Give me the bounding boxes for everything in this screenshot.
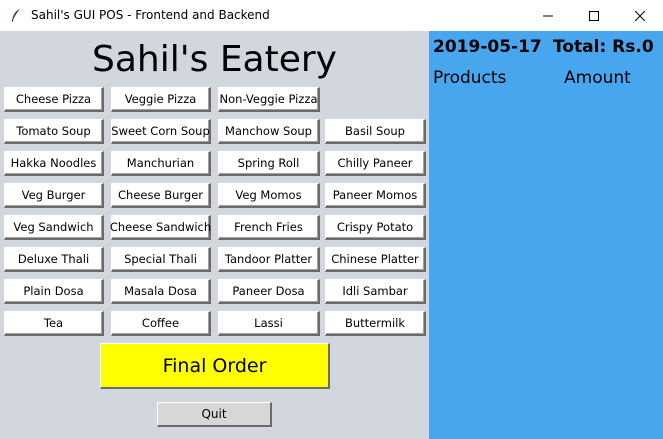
feather-icon [12, 9, 20, 22]
menu-item-button[interactable]: Tea [4, 311, 104, 336]
menu-item-button[interactable]: Hakka Noodles [4, 151, 104, 176]
order-panel [429, 31, 663, 439]
menu-item-button[interactable]: Tomato Soup [4, 119, 104, 144]
menu-item-button[interactable]: Cheese Burger [111, 183, 211, 208]
title-bar: Sahil's GUI POS - Frontend and Backend [0, 0, 663, 31]
menu-item-button[interactable]: Veggie Pizza [111, 87, 211, 112]
amount-header: Amount [564, 68, 631, 88]
menu-item-button[interactable]: Manchow Soup [218, 119, 320, 144]
order-total: Total: Rs.0 [553, 37, 654, 57]
shop-title: Sahil's Eatery [91, 39, 337, 80]
menu-item-button[interactable]: Chilly Paneer [325, 151, 426, 176]
close-icon [635, 10, 645, 21]
menu-item-button[interactable]: Lassi [218, 311, 320, 336]
menu-item-button[interactable]: Chinese Platter [325, 247, 426, 272]
menu-item-button[interactable]: Non-Veggie Pizza [218, 87, 320, 112]
menu-item-button[interactable]: Cheese Pizza [4, 87, 104, 112]
menu-item-button[interactable]: Buttermilk [325, 311, 426, 336]
menu-item-button[interactable]: Basil Soup [325, 119, 426, 144]
menu-item-button[interactable]: Veg Momos [218, 183, 320, 208]
menu-item-button[interactable]: Coffee [111, 311, 211, 336]
menu-item-button[interactable]: Paneer Dosa [218, 279, 320, 304]
menu-item-button[interactable]: Idli Sambar [325, 279, 426, 304]
menu-item-button[interactable]: Cheese Sandwich [110, 215, 211, 240]
window-title: Sahil's GUI POS - Frontend and Backend [31, 8, 270, 22]
minimize-button[interactable] [525, 0, 571, 31]
menu-item-button[interactable]: Plain Dosa [4, 279, 104, 304]
menu-item-button[interactable]: Special Thali [111, 247, 211, 272]
menu-item-button[interactable]: Veg Sandwich [4, 215, 104, 240]
menu-item-button[interactable]: Crispy Potato [325, 215, 426, 240]
menu-item-button[interactable]: Tandoor Platter [218, 247, 320, 272]
order-date: 2019-05-17 [433, 37, 542, 57]
menu-item-button[interactable]: Spring Roll [218, 151, 320, 176]
final-order-button[interactable]: Final Order [100, 343, 330, 389]
maximize-button[interactable] [571, 0, 617, 31]
menu-item-button[interactable]: Sweet Corn Soup [111, 119, 211, 144]
menu-item-button[interactable]: French Fries [218, 215, 320, 240]
menu-item-button[interactable]: Manchurian [111, 151, 211, 176]
close-button[interactable] [617, 0, 663, 31]
minimize-icon [543, 15, 553, 16]
menu-item-button[interactable]: Deluxe Thali [4, 247, 104, 272]
maximize-icon [589, 10, 599, 21]
menu-item-button[interactable]: Paneer Momos [325, 183, 426, 208]
menu-item-button[interactable]: Veg Burger [4, 183, 104, 208]
menu-item-button[interactable]: Masala Dosa [111, 279, 211, 304]
quit-button[interactable]: Quit [157, 402, 272, 427]
products-header: Products [433, 68, 507, 88]
